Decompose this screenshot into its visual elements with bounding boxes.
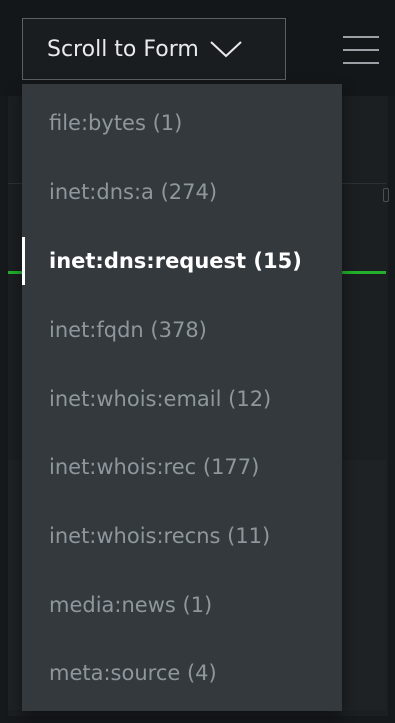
dropdown-item[interactable]: meta:source (4) <box>22 643 342 703</box>
dropdown-item[interactable]: inet:whois:recns (11) <box>22 506 342 566</box>
dropdown-item-label: inet:fqdn (378) <box>49 318 207 342</box>
hamburger-line <box>343 62 379 64</box>
dropdown-item-active[interactable]: inet:dns:request (15) <box>22 231 342 291</box>
hamburger-menu-icon[interactable] <box>343 36 379 64</box>
dropdown-item-label: inet:whois:email (12) <box>49 387 272 411</box>
dropdown-item-label: meta:source (4) <box>49 661 217 685</box>
form-dropdown-menu: file:bytes (1) inet:dns:a (274) inet:dns… <box>22 84 342 711</box>
top-bar: Scroll to Form <box>0 0 395 96</box>
hamburger-line <box>343 36 379 38</box>
dropdown-item[interactable]: inet:whois:email (12) <box>22 369 342 429</box>
dropdown-item[interactable]: inet:dns:a (274) <box>22 162 342 222</box>
scroll-to-form-button[interactable]: Scroll to Form <box>22 18 286 80</box>
dropdown-item-label: inet:whois:recns (11) <box>49 524 271 548</box>
background-handle <box>383 188 389 202</box>
dropdown-item-label: file:bytes (1) <box>49 111 183 135</box>
chevron-down-icon <box>209 38 243 60</box>
dropdown-item-label: inet:whois:rec (177) <box>49 455 260 479</box>
dropdown-item[interactable]: media:news (1) <box>22 575 342 635</box>
dropdown-item[interactable]: inet:fqdn (378) <box>22 300 342 360</box>
dropdown-item-label: inet:dns:request (15) <box>49 249 302 273</box>
dropdown-item-label: inet:dns:a (274) <box>49 180 218 204</box>
dropdown-item[interactable]: inet:whois:rec (177) <box>22 437 342 497</box>
dropdown-item-label: media:news (1) <box>49 593 213 617</box>
app-window: Scroll to Form file:bytes (1) inet:dns:a… <box>0 0 395 723</box>
dropdown-item[interactable]: file:bytes (1) <box>22 93 342 153</box>
hamburger-line <box>343 49 379 51</box>
scroll-to-form-label: Scroll to Form <box>47 36 199 62</box>
